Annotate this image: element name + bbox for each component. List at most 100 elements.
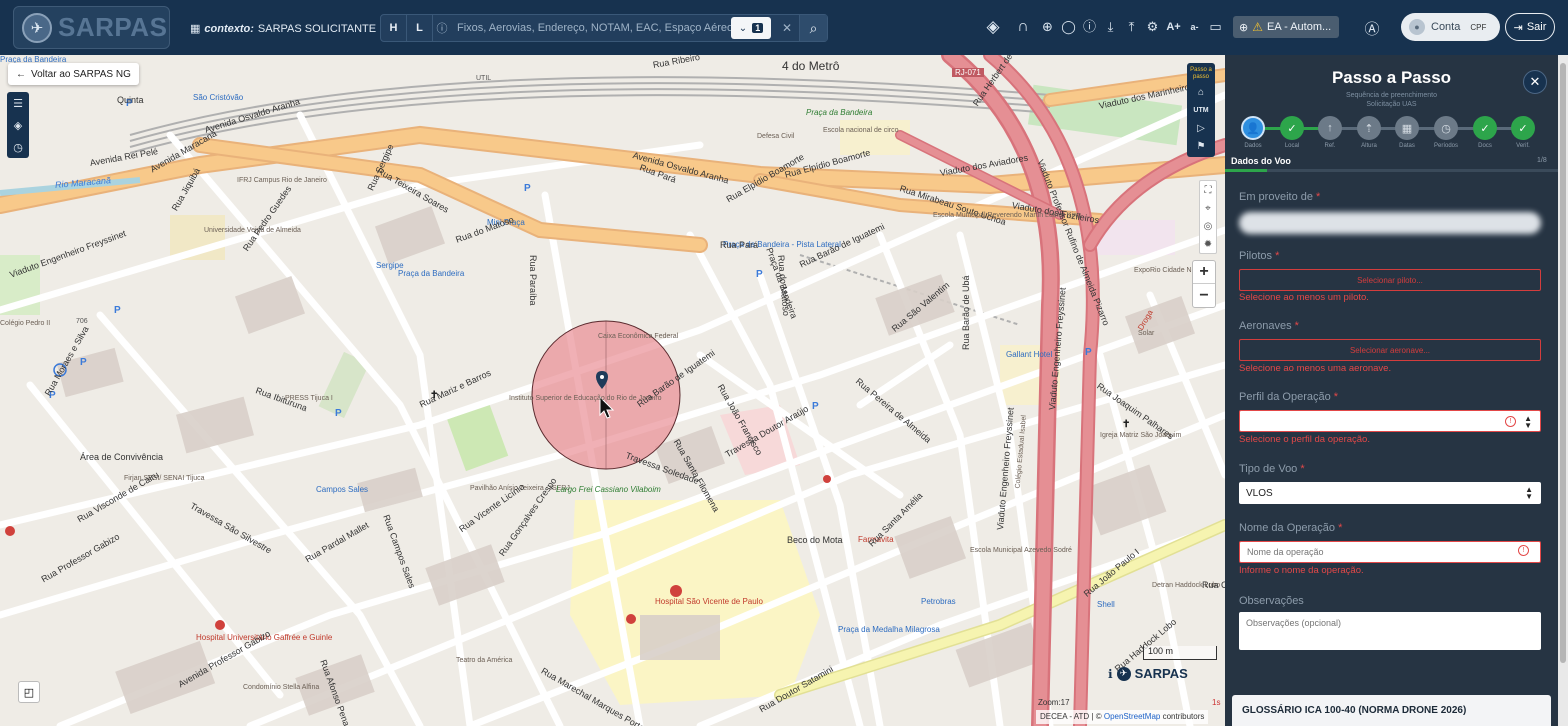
- zoom-level-label: Zoom:17: [1038, 698, 1070, 707]
- user-icon: ●: [1409, 19, 1425, 35]
- font-increase-icon[interactable]: A+: [1166, 17, 1181, 37]
- font-decrease-icon[interactable]: a-: [1187, 17, 1202, 37]
- zoom-in-button[interactable]: +: [1193, 261, 1215, 284]
- step-3[interactable]: ↑ Ref.: [1311, 116, 1349, 149]
- step-4[interactable]: ⇡ Altura: [1350, 116, 1388, 149]
- pilotos-label: Pilotos *: [1239, 250, 1279, 262]
- location-toggle-button[interactable]: L: [407, 15, 433, 41]
- marker-icon[interactable]: ⌖: [1200, 199, 1216, 217]
- step-label: Altura: [1361, 143, 1377, 149]
- warning-icon: ⚠: [1252, 20, 1263, 34]
- em-proveito-field-redacted[interactable]: [1239, 212, 1541, 234]
- video-icon[interactable]: ▭: [1208, 17, 1223, 37]
- toolbar-icons: ◈ ∩ ⊕ ◯ ⓘ ⤓ ⤒ ⚙ A+ a- ▭: [980, 17, 1223, 37]
- magnet-icon[interactable]: ∩: [1012, 17, 1034, 37]
- operation-profile-select[interactable]: ! ▲ ▼: [1239, 410, 1541, 432]
- draw-tool-icon[interactable]: ◰: [18, 681, 40, 703]
- clock-icon[interactable]: ◷: [7, 136, 29, 158]
- section-progress-fill: [1225, 169, 1267, 172]
- account-cpf: CPF: [1470, 22, 1487, 32]
- section-count: 1/8: [1537, 157, 1547, 164]
- height-toggle-button[interactable]: H: [381, 15, 407, 41]
- svg-text:P: P: [114, 305, 121, 316]
- step-8[interactable]: ✓ Verif.: [1504, 116, 1542, 149]
- step-6[interactable]: ◷ Períodos: [1427, 116, 1465, 149]
- sun-icon[interactable]: ✹: [1200, 235, 1216, 253]
- observations-textarea[interactable]: [1239, 612, 1541, 650]
- scrollbar-thumb[interactable]: [1560, 63, 1566, 663]
- step-5[interactable]: ▦ Datas: [1388, 116, 1426, 149]
- flight-type-select[interactable]: VLOS ▲ ▼: [1239, 482, 1541, 504]
- step-icon: 👤: [1241, 116, 1265, 140]
- panel-title: Passo a Passo: [1331, 68, 1452, 87]
- bookmark-icon[interactable]: ⚑: [1190, 137, 1212, 155]
- environment-label: EA - Autom...: [1266, 21, 1332, 33]
- timestamp-label: 1s: [1212, 698, 1221, 707]
- fullscreen-icon[interactable]: ⛶: [1200, 181, 1216, 199]
- aeronaves-label: Aeronaves *: [1239, 320, 1299, 332]
- perfil-label-text: Perfil da Operação: [1239, 391, 1331, 403]
- required-mark: *: [1275, 250, 1280, 262]
- step-icon: ▦: [1395, 116, 1419, 140]
- map-canvas[interactable]: PPP PPP PPP ✝ ✝ 4 do Metrô São Cristóvão Qu…: [0, 55, 1225, 726]
- pilotos-error: Selecione ao menos um piloto.: [1239, 292, 1369, 303]
- close-panel-button[interactable]: ✕: [1523, 70, 1547, 94]
- zoom-out-button[interactable]: −: [1193, 284, 1215, 307]
- operation-name-input[interactable]: [1239, 541, 1541, 563]
- svg-text:P: P: [335, 408, 342, 419]
- select-arrows-icon: ▲ ▼: [1524, 414, 1532, 430]
- observacoes-label: Observações: [1239, 595, 1304, 607]
- step-icon: ↑: [1318, 116, 1342, 140]
- step-7[interactable]: ✓ Docs: [1466, 116, 1504, 149]
- layers-icon[interactable]: ◈: [7, 114, 29, 136]
- translate-icon[interactable]: Ⓐ: [1362, 18, 1382, 38]
- account-label: Conta: [1431, 21, 1461, 33]
- glossary-banner[interactable]: GLOSSÁRIO ICA 100-40 (NORMA DRONE 2026): [1232, 695, 1551, 726]
- chat-icon[interactable]: ◯: [1061, 17, 1076, 37]
- globe-icon: ⊕: [1239, 21, 1249, 34]
- locate-icon[interactable]: ◎: [1200, 217, 1216, 235]
- context-label: contexto:: [204, 22, 254, 35]
- grid-icon: ▦: [190, 23, 201, 35]
- panel-scrollbar[interactable]: [1558, 55, 1568, 726]
- logout-label: Sair: [1526, 21, 1547, 33]
- download-icon[interactable]: ⤓: [1103, 17, 1118, 37]
- gear-icon[interactable]: ⚙: [1145, 17, 1160, 37]
- info-icon[interactable]: ⓘ: [433, 20, 451, 36]
- right-map-controls: Passo a passo ⌂ UTM ▷ ⚑: [1187, 63, 1215, 157]
- environment-badge[interactable]: ⊕ ⚠ EA - Autom...: [1233, 16, 1339, 38]
- step-by-step-panel: Passo a Passo Sequência de preenchimento…: [1225, 55, 1558, 726]
- tipo-voo-label: Tipo de Voo *: [1239, 463, 1305, 475]
- layers-icon[interactable]: ◈: [980, 17, 1006, 37]
- em-proveito-label-text: Em proveito de: [1239, 191, 1313, 203]
- clear-search-icon[interactable]: ✕: [775, 21, 799, 35]
- osm-link[interactable]: OpenStreetMap: [1104, 712, 1160, 721]
- search-filter-dropdown[interactable]: ⌄ 1: [731, 17, 771, 39]
- home-icon[interactable]: ⌂: [1190, 83, 1212, 101]
- passo-a-passo-toggle[interactable]: Passo a passo: [1187, 65, 1215, 83]
- panel-subtitle: Sequência de preenchimento Solicitação U…: [1225, 91, 1558, 109]
- logout-button[interactable]: ⇥ Sair: [1505, 13, 1555, 41]
- step-2[interactable]: ✓ Local: [1273, 116, 1311, 149]
- select-pilot-button[interactable]: Selecionar piloto...: [1239, 269, 1541, 291]
- search-button[interactable]: ⌕: [799, 15, 827, 41]
- sarpas-logo[interactable]: ✈ SARPAS: [13, 6, 170, 49]
- step-1[interactable]: 👤 Dados: [1234, 116, 1272, 149]
- search-input[interactable]: [451, 22, 731, 34]
- pilotos-label-text: Pilotos: [1239, 250, 1273, 262]
- globe-icon[interactable]: ⊕: [1040, 17, 1055, 37]
- em-proveito-label: Em proveito de *: [1239, 191, 1320, 203]
- close-icon: ✕: [1529, 74, 1541, 89]
- account-button[interactable]: ● Conta CPF: [1401, 13, 1500, 41]
- sarpas-watermark: ℹ ✈ SARPAS: [1108, 666, 1188, 681]
- filter-sliders-icon[interactable]: ☰: [7, 92, 29, 114]
- info-circle-icon[interactable]: ⓘ: [1082, 17, 1097, 37]
- play-icon[interactable]: ▷: [1190, 119, 1212, 137]
- map-attribution: DECEA - ATD | © OpenStreetMap contributo…: [1036, 710, 1209, 724]
- step-label: Períodos: [1433, 143, 1458, 149]
- upload-icon[interactable]: ⤒: [1124, 17, 1139, 37]
- utm-button[interactable]: UTM: [1190, 101, 1212, 119]
- map-basemap: P P P P P P P P P ✝ ✝: [0, 55, 1225, 726]
- select-aircraft-button[interactable]: Selecionar aeronave...: [1239, 339, 1541, 361]
- back-to-sarpas-ng-button[interactable]: ← Voltar ao SARPAS NG: [8, 63, 139, 85]
